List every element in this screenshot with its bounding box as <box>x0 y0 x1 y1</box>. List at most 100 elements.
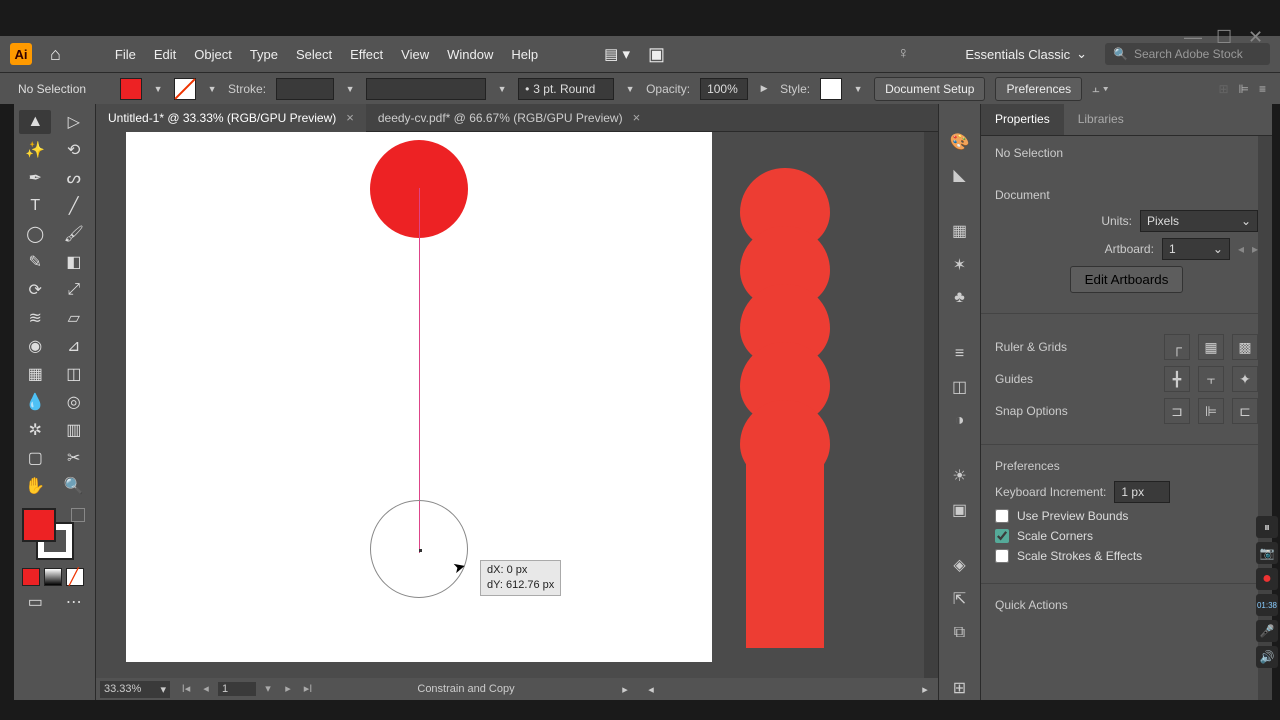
curvature-tool[interactable]: ᔕ <box>58 166 90 190</box>
mic-icon[interactable]: 🎤 <box>1256 620 1278 642</box>
color-mode[interactable] <box>22 568 40 586</box>
canvas[interactable]: ➤ dX: 0 px dY: 612.76 px 33.33% ▾ I◂ ◂ 1… <box>96 132 938 700</box>
direct-selection-tool[interactable]: ▷ <box>58 110 90 134</box>
fill-swatch[interactable] <box>120 78 142 100</box>
graphic-styles-panel-icon[interactable]: ▣ <box>948 498 972 522</box>
fill-stroke-control[interactable] <box>22 508 89 564</box>
next-artboard-icon[interactable]: ▸ <box>280 682 296 696</box>
snap-grid-icon[interactable]: ⊏ <box>1232 398 1258 424</box>
shape-builder-tool[interactable]: ◉ <box>19 334 51 358</box>
tab-deedy[interactable]: deedy-cv.pdf* @ 66.67% (RGB/GPU Preview)… <box>366 104 652 132</box>
prev-artboard-icon[interactable]: ◂ <box>1238 242 1244 256</box>
gradient-mode[interactable] <box>44 568 62 586</box>
menu-view[interactable]: View <box>401 47 429 62</box>
menu-help[interactable]: Help <box>511 47 538 62</box>
gradient-tool[interactable]: ◫ <box>58 362 90 386</box>
fill-dropdown[interactable]: ▼ <box>152 79 164 99</box>
artboard-tool[interactable]: ▢ <box>19 446 51 470</box>
color-guide-panel-icon[interactable]: ◣ <box>948 164 972 188</box>
edit-artboards-button[interactable]: Edit Artboards <box>1070 266 1184 293</box>
tab-properties[interactable]: Properties <box>981 104 1064 135</box>
lock-guides-icon[interactable]: ⫟ <box>1198 366 1224 392</box>
ellipse-tool[interactable]: ◯ <box>19 222 51 246</box>
units-select[interactable]: Pixels⌄ <box>1140 210 1258 232</box>
eraser-tool[interactable]: ◧ <box>58 250 90 274</box>
maximize-button[interactable]: ☐ <box>1216 30 1230 44</box>
scale-tool[interactable]: ⤢ <box>58 278 90 302</box>
pause-icon[interactable]: ⏸ <box>1256 516 1278 538</box>
speaker-icon[interactable]: 🔊 <box>1256 646 1278 668</box>
grid-icon[interactable]: ▦ <box>1198 334 1224 360</box>
scale-strokes-checkbox[interactable]: Scale Strokes & Effects <box>995 549 1258 563</box>
artboards-panel-icon[interactable]: ⧉ <box>948 621 972 645</box>
free-transform-tool[interactable]: ▱ <box>58 306 90 330</box>
selection-tool[interactable]: ▲ <box>19 110 51 134</box>
close-tab-icon[interactable]: × <box>633 110 641 125</box>
artboard-select[interactable]: 1⌄ <box>1162 238 1230 260</box>
first-artboard-icon[interactable]: I◂ <box>178 682 194 696</box>
layers-panel-icon[interactable]: ◈ <box>948 554 972 578</box>
snap-pixel-icon[interactable]: ⊐ <box>1164 398 1190 424</box>
mesh-tool[interactable]: ▦ <box>19 362 51 386</box>
snap-point-icon[interactable]: ⊫ <box>1198 398 1224 424</box>
swatches-panel-icon[interactable]: ▦ <box>948 219 972 243</box>
eyedropper-tool[interactable]: 💧 <box>19 390 51 414</box>
transparency-grid-icon[interactable]: ▩ <box>1232 334 1258 360</box>
transparency-panel-icon[interactable]: ◑ <box>948 409 972 433</box>
column-graph-tool[interactable]: ▥ <box>58 418 90 442</box>
last-artboard-icon[interactable]: ▸I <box>300 682 316 696</box>
edit-toolbar[interactable]: ⋯ <box>58 590 90 614</box>
pencil-tool[interactable]: ✎ <box>19 250 51 274</box>
perspective-tool[interactable]: ⊿ <box>58 334 90 358</box>
type-tool[interactable]: T <box>19 194 51 218</box>
stroke-weight-input[interactable] <box>276 78 334 100</box>
camera-icon[interactable]: 📷 <box>1256 542 1278 564</box>
isolate-icon[interactable]: ⊫ <box>1239 82 1249 96</box>
transform-icon[interactable]: ⊞ <box>1218 82 1228 96</box>
status-flyout-icon[interactable]: ▸ <box>616 683 634 696</box>
paintbrush-tool[interactable]: 🖌 <box>58 222 90 246</box>
brushes-panel-icon[interactable]: ✶ <box>948 253 972 277</box>
menu-select[interactable]: Select <box>296 47 332 62</box>
stroke-panel-icon[interactable]: ≡ <box>948 342 972 366</box>
asset-export-panel-icon[interactable]: ⇱ <box>948 587 972 611</box>
close-button[interactable]: ✕ <box>1248 30 1262 44</box>
close-tab-icon[interactable]: × <box>346 110 354 125</box>
menu-file[interactable]: File <box>115 47 136 62</box>
zoom-tool[interactable]: 🔍 <box>58 474 90 498</box>
scroll-right-icon[interactable]: ▸ <box>916 683 934 696</box>
ruler-icon[interactable]: ┌ <box>1164 334 1190 360</box>
workspace-switcher[interactable]: Essentials Classic⌄ <box>965 46 1087 62</box>
vertical-scrollbar[interactable] <box>924 132 938 678</box>
minimize-button[interactable]: — <box>1184 30 1198 44</box>
artboard-number[interactable]: 1 <box>218 682 256 696</box>
brush-select[interactable]: • 3 pt. Round <box>518 78 614 100</box>
gradient-panel-icon[interactable]: ◫ <box>948 375 972 399</box>
symbols-panel-icon[interactable]: ♣ <box>948 286 972 310</box>
learn-icon[interactable]: ♀ <box>897 45 909 63</box>
arrange-docs-icon[interactable]: ▤ ▾ <box>604 45 630 63</box>
document-setup-button[interactable]: Document Setup <box>874 77 985 101</box>
stroke-dropdown[interactable]: ▼ <box>206 79 218 99</box>
artboard-1[interactable]: ➤ dX: 0 px dY: 612.76 px <box>126 132 712 662</box>
style-swatch[interactable] <box>820 78 842 100</box>
pen-tool[interactable]: ✒ <box>19 166 51 190</box>
use-preview-bounds-checkbox[interactable]: Use Preview Bounds <box>995 509 1258 523</box>
symbol-sprayer-tool[interactable]: ✲ <box>19 418 51 442</box>
menu-object[interactable]: Object <box>194 47 232 62</box>
blend-tool[interactable]: ◎ <box>58 390 90 414</box>
appearance-panel-icon[interactable]: ☀ <box>948 465 972 489</box>
home-icon[interactable]: ⌂ <box>50 44 61 65</box>
scroll-left-icon[interactable]: ◂ <box>642 683 660 696</box>
tab-untitled[interactable]: Untitled-1* @ 33.33% (RGB/GPU Preview) × <box>96 104 366 132</box>
opacity-input[interactable] <box>700 78 748 100</box>
compound-red-shape[interactable] <box>740 168 830 648</box>
record-icon[interactable]: ● <box>1256 568 1278 590</box>
width-tool[interactable]: ≋ <box>19 306 51 330</box>
menu-effect[interactable]: Effect <box>350 47 383 62</box>
stroke-swatch[interactable] <box>174 78 196 100</box>
menu-type[interactable]: Type <box>250 47 278 62</box>
lasso-tool[interactable]: ⟲ <box>58 138 90 162</box>
screen-mode[interactable]: ▭ <box>19 590 51 614</box>
none-mode[interactable]: ╱ <box>66 568 84 586</box>
